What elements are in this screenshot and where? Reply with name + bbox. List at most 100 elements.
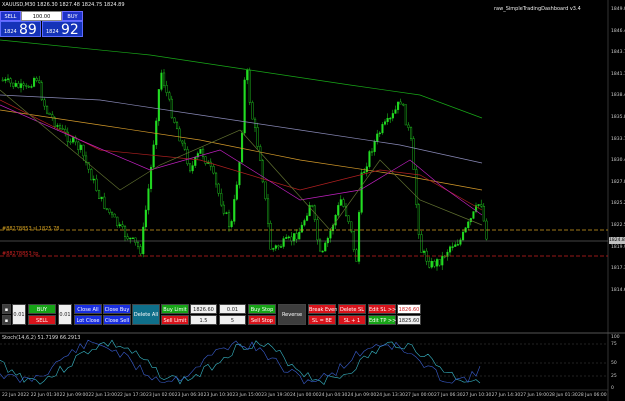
price-tick-label: 1833.10 (611, 136, 625, 142)
candle-body (139, 246, 142, 255)
sell-stop-button[interactable]: Sell Stop (248, 315, 276, 325)
candle-body (384, 121, 387, 125)
candle-body (162, 72, 166, 86)
candle-body (441, 255, 444, 266)
candle-body (467, 221, 470, 229)
buy-limit-button[interactable]: Buy Limit (161, 304, 189, 314)
candle-body (381, 124, 384, 134)
candle-body (407, 124, 410, 128)
price-tick-label: 1830.40 (611, 158, 625, 164)
candle-body (243, 79, 246, 134)
time-tick-label: 28 Jun 06:00 (578, 393, 607, 398)
reverse-button[interactable]: Reverse (278, 304, 306, 325)
candle-body (100, 196, 103, 200)
time-tick-label: 24 Jun 04:30 (318, 393, 348, 398)
dashboard-collapse[interactable]: ▪ (2, 304, 11, 314)
candle-body (386, 118, 389, 122)
step-b-input[interactable]: 5 (219, 315, 246, 325)
sell-limit-button[interactable]: Sell Limit (161, 315, 189, 325)
candle-body (165, 85, 168, 93)
lot-small-field[interactable]: 0.01 (12, 304, 26, 325)
candle-body (160, 72, 163, 90)
moving-average-line (0, 39, 483, 119)
edit-tp-button[interactable]: Edit TP >> (368, 315, 396, 325)
candle-body (118, 224, 121, 227)
candle-body (53, 117, 56, 127)
pending-price-input[interactable]: 1826.60 (190, 304, 217, 314)
candle-body (144, 209, 147, 228)
candle-body (181, 140, 184, 144)
candle-body (363, 171, 366, 174)
candle-body (175, 122, 179, 130)
close-sell-button[interactable]: Close Sell (103, 315, 131, 325)
candle-body (199, 148, 202, 154)
candle-body (1, 79, 4, 82)
candle-body (14, 83, 17, 87)
candle-body (410, 127, 413, 139)
close-buy-button[interactable]: Close Buy (103, 304, 131, 314)
candle-body (454, 244, 457, 247)
sl-be-button[interactable]: SL = BE (308, 315, 336, 325)
price-tick-label: 1817.30 (611, 266, 625, 272)
candle-body (358, 212, 361, 262)
candle-body (51, 114, 54, 118)
candle-body (204, 156, 207, 164)
candle-body (391, 113, 394, 119)
time-tick-label: 23 Jun 02:00 (146, 393, 175, 398)
candle-body (129, 237, 132, 240)
candle-body (274, 245, 277, 249)
candle-body (389, 117, 392, 120)
close-all-button[interactable]: Close All (74, 304, 102, 314)
candle-body (69, 141, 72, 143)
price-chart (0, 0, 625, 401)
candle-body (290, 236, 293, 242)
candle-body (449, 246, 452, 253)
step-a-input[interactable]: 1.5 (190, 315, 217, 325)
edit-tp-value[interactable]: 1825.60 (397, 315, 421, 325)
candle-body (136, 242, 140, 247)
candle-body (397, 101, 400, 110)
lot-field[interactable]: 0.01 (58, 304, 72, 325)
lot-close-button[interactable]: Lot Close (74, 315, 102, 325)
price-tick-label: 1822.50 (611, 223, 625, 228)
delete-all-button[interactable]: Delete All (132, 304, 160, 325)
candle-body (123, 226, 127, 237)
oscillator-tick-label: 50 (611, 361, 617, 366)
candle-body (368, 151, 371, 167)
candle-body (17, 83, 20, 88)
edit-sl-button[interactable]: Edit SL >> (368, 304, 396, 314)
dashboard-menu[interactable]: ▪ (2, 315, 11, 325)
candle-body (168, 92, 171, 100)
candle-body (38, 80, 41, 83)
sell-button[interactable]: SELL (28, 315, 56, 325)
oscillator-tick-label: 75 (611, 342, 617, 347)
buy-button[interactable]: BUY (28, 304, 56, 314)
tp-line-label: #88278853 tp (2, 251, 39, 257)
pending-lot-input[interactable]: 0.01 (219, 304, 246, 314)
candle-body (264, 181, 267, 200)
candle-body (194, 156, 197, 166)
candle-body (170, 98, 173, 119)
time-tick-label: 27 Jun 10:30 (462, 393, 492, 398)
time-tick-label: 24 Jun 00:00 (290, 393, 319, 398)
candle-body (287, 236, 290, 239)
sl-plus-one-button[interactable]: SL + 1 (338, 315, 366, 325)
break-even-button[interactable]: Break Even (308, 304, 337, 314)
candle-body (4, 79, 7, 81)
chart-window: XAUUSD,M30 1826.30 1827.48 1824.75 1824.… (0, 0, 625, 401)
candle-body (222, 204, 225, 214)
candle-body (402, 103, 405, 106)
time-tick-label: 24 Jun 13:30 (376, 393, 405, 398)
time-tick-label: 27 Jun 14:30 (491, 393, 521, 398)
time-tick-label: 23 Jun 15:00 (232, 393, 261, 398)
candle-body (147, 188, 150, 211)
edit-sl-value[interactable]: 1826.60 (397, 304, 421, 314)
delete-sl-button[interactable]: Delete SL (338, 304, 366, 314)
candle-body (110, 212, 114, 215)
candle-body (311, 205, 314, 207)
candle-body (43, 99, 46, 107)
time-tick-label: 27 Jun 06:30 (434, 393, 463, 398)
buy-stop-button[interactable]: Buy Stop (248, 304, 276, 314)
candle-body (227, 212, 231, 228)
time-tick-label: 23 Jun 06:30 (174, 393, 204, 398)
